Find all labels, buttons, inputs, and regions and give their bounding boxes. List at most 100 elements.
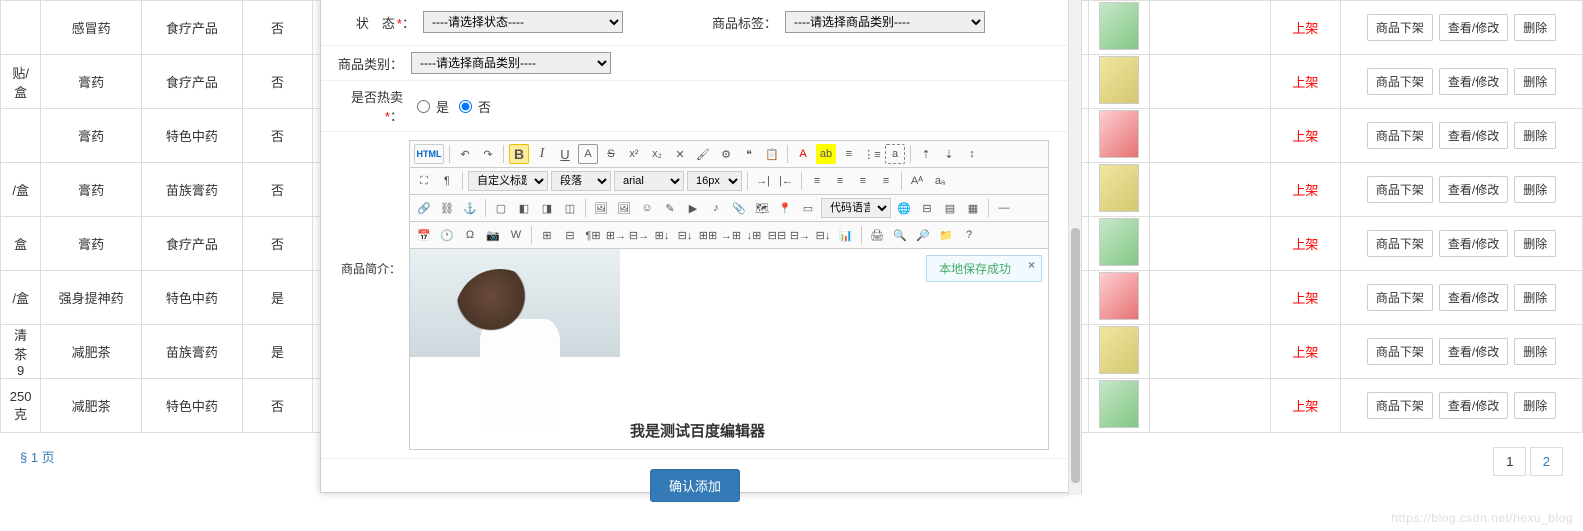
- rowspacingtop-icon[interactable]: ⇡: [916, 144, 936, 164]
- insertol-icon[interactable]: ≡: [839, 144, 859, 164]
- charts-icon[interactable]: 📊: [836, 225, 856, 245]
- delete-button[interactable]: 删除: [1514, 68, 1556, 95]
- view-edit-button[interactable]: 查看/修改: [1439, 338, 1508, 365]
- imagenone-icon[interactable]: ▢: [491, 198, 511, 218]
- insertcode-select[interactable]: 代码语言: [821, 198, 891, 218]
- scrollbar-thumb[interactable]: [1071, 228, 1080, 483]
- view-edit-button[interactable]: 查看/修改: [1439, 392, 1508, 419]
- rowspacingbottom-icon[interactable]: ⇣: [939, 144, 959, 164]
- splittocells-icon[interactable]: ⊟⊟: [767, 225, 787, 245]
- modal-scrollbar[interactable]: [1068, 0, 1082, 495]
- fullscreen-icon[interactable]: ⛶: [414, 171, 434, 191]
- background-icon[interactable]: ▦: [963, 198, 983, 218]
- offshelf-button[interactable]: 商品下架: [1367, 122, 1433, 149]
- fontsize-select[interactable]: 16px: [687, 171, 742, 191]
- formatmatch-icon[interactable]: 🖌: [693, 144, 713, 164]
- imageleft-icon[interactable]: ◧: [514, 198, 534, 218]
- fontborder-icon[interactable]: A: [578, 144, 598, 164]
- link-icon[interactable]: 🔗: [414, 198, 434, 218]
- html-source-btn[interactable]: HTML: [414, 144, 444, 164]
- autotypeset-icon[interactable]: ⚙: [716, 144, 736, 164]
- insertparagraphbeforetable-icon[interactable]: ¶⊞: [583, 225, 603, 245]
- horizontal-icon[interactable]: —: [994, 198, 1014, 218]
- offshelf-button[interactable]: 商品下架: [1367, 14, 1433, 41]
- touppercase-icon[interactable]: Aᴬ: [907, 171, 927, 191]
- searchreplace-icon[interactable]: 🔎: [913, 225, 933, 245]
- delete-button[interactable]: 删除: [1514, 284, 1556, 311]
- fontfamily-select[interactable]: arial: [614, 171, 684, 191]
- delete-button[interactable]: 删除: [1514, 122, 1556, 149]
- offshelf-button[interactable]: 商品下架: [1367, 392, 1433, 419]
- offshelf-button[interactable]: 商品下架: [1367, 176, 1433, 203]
- view-edit-button[interactable]: 查看/修改: [1439, 122, 1508, 149]
- insertcol-icon[interactable]: ⊞↓: [652, 225, 672, 245]
- page-2[interactable]: 2: [1530, 447, 1563, 476]
- removeformat-icon[interactable]: ✕: [670, 144, 690, 164]
- deletetable-icon[interactable]: ⊟: [560, 225, 580, 245]
- snapscreen-icon[interactable]: 📷: [483, 225, 503, 245]
- simpleupload-icon[interactable]: 🖼: [591, 198, 611, 218]
- insertvideo-icon[interactable]: ▶: [683, 198, 703, 218]
- scrawl-icon[interactable]: ✎: [660, 198, 680, 218]
- redo-icon[interactable]: ↷: [478, 144, 498, 164]
- date-icon[interactable]: 📅: [414, 225, 434, 245]
- backcolor-icon[interactable]: ab: [816, 144, 836, 164]
- status-select[interactable]: ----请选择状态----: [423, 11, 623, 33]
- template-icon[interactable]: ▤: [940, 198, 960, 218]
- splittocols-icon[interactable]: ⊟↓: [813, 225, 833, 245]
- page-1[interactable]: 1: [1493, 447, 1526, 476]
- view-edit-button[interactable]: 查看/修改: [1439, 230, 1508, 257]
- help-icon[interactable]: ?: [959, 225, 979, 245]
- offshelf-button[interactable]: 商品下架: [1367, 338, 1433, 365]
- bold-icon[interactable]: B: [509, 144, 529, 164]
- undo-icon[interactable]: ↶: [455, 144, 475, 164]
- delete-button[interactable]: 删除: [1514, 176, 1556, 203]
- time-icon[interactable]: 🕐: [437, 225, 457, 245]
- view-edit-button[interactable]: 查看/修改: [1439, 14, 1508, 41]
- tolowercase-icon[interactable]: aₐ: [930, 171, 950, 191]
- indent-icon[interactable]: →|: [753, 171, 773, 191]
- music-icon[interactable]: ♪: [706, 198, 726, 218]
- editor-content[interactable]: 我是测试百度编辑器 本地保存成功 ×: [410, 249, 1048, 449]
- print-icon[interactable]: 🖨: [867, 225, 887, 245]
- insertrow-icon[interactable]: ⊞→: [606, 225, 626, 245]
- superscript-icon[interactable]: x²: [624, 144, 644, 164]
- view-edit-button[interactable]: 查看/修改: [1439, 284, 1508, 311]
- mergeright-icon[interactable]: →⊞: [721, 225, 741, 245]
- toast-close-icon[interactable]: ×: [1028, 258, 1035, 272]
- attachment-icon[interactable]: 📎: [729, 198, 749, 218]
- directionality-icon[interactable]: ¶: [437, 171, 457, 191]
- subscript-icon[interactable]: x₂: [647, 144, 667, 164]
- strikethrough-icon[interactable]: S: [601, 144, 621, 164]
- tag-select[interactable]: ----请选择商品类别----: [785, 11, 985, 33]
- underline-icon[interactable]: U: [555, 144, 575, 164]
- lineheight-icon[interactable]: ↕: [962, 144, 982, 164]
- gmap-icon[interactable]: 📍: [775, 198, 795, 218]
- pagebreak-icon[interactable]: ⊟: [917, 198, 937, 218]
- wordimage-icon[interactable]: W: [506, 225, 526, 245]
- delete-button[interactable]: 删除: [1514, 392, 1556, 419]
- splittorows-icon[interactable]: ⊟→: [790, 225, 810, 245]
- justifyright-icon[interactable]: ≡: [853, 171, 873, 191]
- inserttable-icon[interactable]: ⊞: [537, 225, 557, 245]
- webapp-icon[interactable]: 🌐: [894, 198, 914, 218]
- offshelf-button[interactable]: 商品下架: [1367, 68, 1433, 95]
- justifycenter-icon[interactable]: ≡: [830, 171, 850, 191]
- imageright-icon[interactable]: ◨: [537, 198, 557, 218]
- delete-button[interactable]: 删除: [1514, 230, 1556, 257]
- view-edit-button[interactable]: 查看/修改: [1439, 68, 1508, 95]
- emotion-icon[interactable]: ☺: [637, 198, 657, 218]
- selectall-icon[interactable]: a: [885, 144, 905, 164]
- forecolor-icon[interactable]: A: [793, 144, 813, 164]
- mergedown-icon[interactable]: ↓⊞: [744, 225, 764, 245]
- drafts-icon[interactable]: 📁: [936, 225, 956, 245]
- deletecol-icon[interactable]: ⊟↓: [675, 225, 695, 245]
- pasteplain-icon[interactable]: 📋: [762, 144, 782, 164]
- anchor-icon[interactable]: ⚓: [460, 198, 480, 218]
- customstyle-select[interactable]: 自定义标题: [468, 171, 548, 191]
- view-edit-button[interactable]: 查看/修改: [1439, 176, 1508, 203]
- offshelf-button[interactable]: 商品下架: [1367, 230, 1433, 257]
- spechars-icon[interactable]: Ω: [460, 225, 480, 245]
- mergecells-icon[interactable]: ⊞⊞: [698, 225, 718, 245]
- delete-button[interactable]: 删除: [1514, 14, 1556, 41]
